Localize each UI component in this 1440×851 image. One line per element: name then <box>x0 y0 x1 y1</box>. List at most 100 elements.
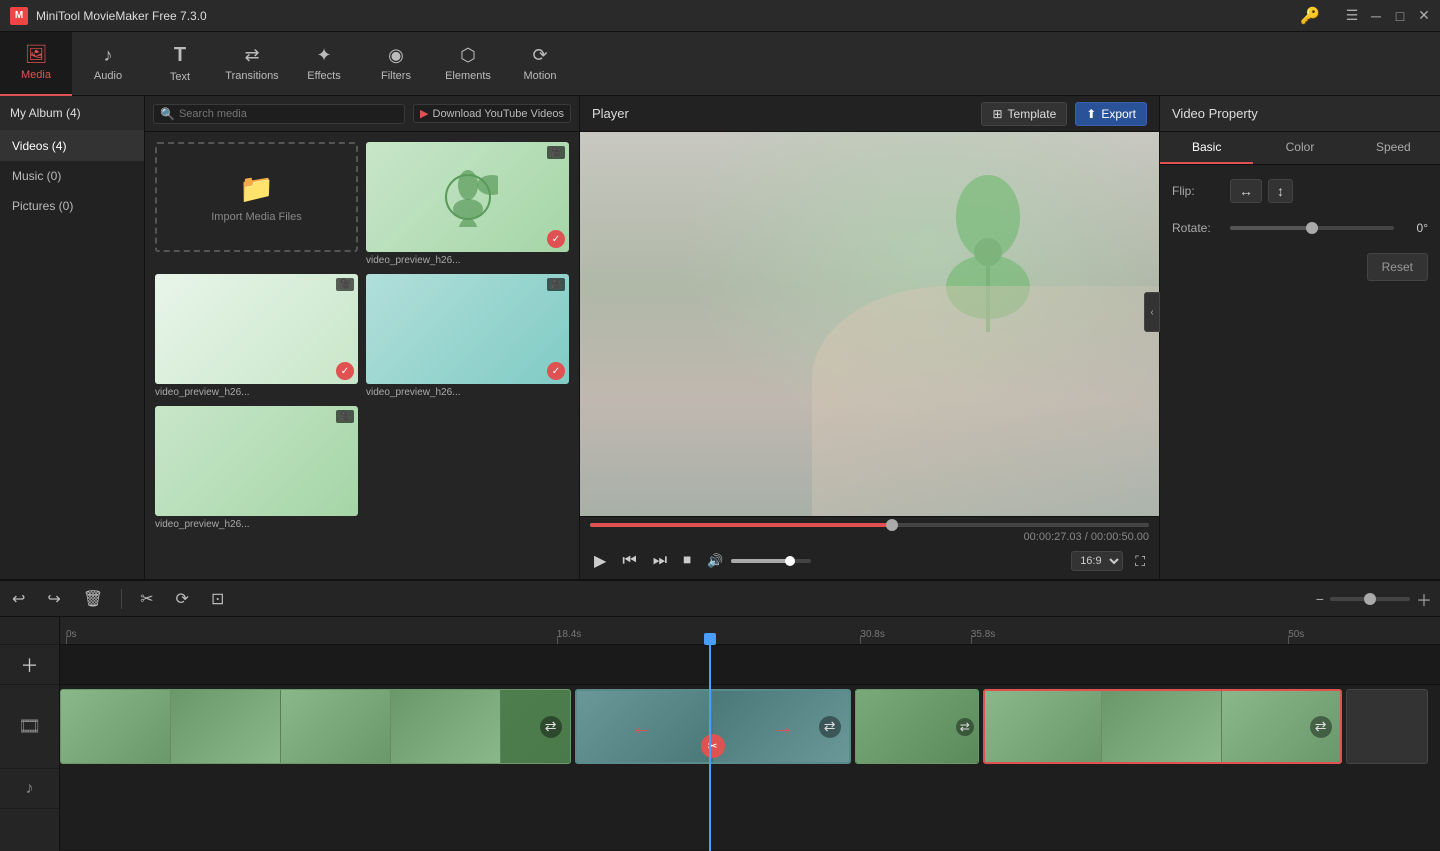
left-arrow: ← <box>631 714 653 740</box>
ruler-line-1 <box>557 636 558 644</box>
youtube-icon: ▶ <box>420 107 428 120</box>
timeline-clip-1[interactable]: ⇄ <box>60 689 571 764</box>
clip-4-swap[interactable]: ⇄ <box>1310 716 1332 738</box>
title-bar: M MiniTool MovieMaker Free 7.3.0 🔑 ☰ ─ □… <box>0 0 1440 32</box>
toolbar-motion[interactable]: ⟳ Motion <box>504 32 576 96</box>
toolbar-effects[interactable]: ✦ Effects <box>288 32 360 96</box>
media-panel: 🔍 ▶ Download YouTube Videos 📁 Import Med… <box>145 96 580 579</box>
timeline-clip-3[interactable]: ⇄ <box>855 689 979 764</box>
ruler-mark-0s: 0s <box>66 629 77 640</box>
zoom-slider[interactable] <box>1330 597 1410 601</box>
clip-2-swap[interactable]: ⇄ <box>819 716 841 738</box>
fast-forward-button[interactable]: ⏭ <box>649 550 671 572</box>
search-input-wrap[interactable]: 🔍 <box>153 104 405 124</box>
timeline-clip-4[interactable]: ⇄ <box>983 689 1342 764</box>
thumb-strip-4b <box>1102 691 1223 762</box>
stop-button[interactable]: ⏹ <box>679 550 695 572</box>
play-button[interactable]: ▶ <box>590 549 610 573</box>
media-item-1[interactable]: 🎥 ✓ video_preview_h26... <box>366 142 569 266</box>
delete-button[interactable]: 🗑 <box>79 587 107 611</box>
maximize-btn[interactable]: □ <box>1392 8 1408 24</box>
template-icon: ⊞ <box>992 107 1002 121</box>
add-track-button[interactable]: ＋ <box>0 645 59 685</box>
motion-label: Motion <box>523 70 556 82</box>
tab-speed[interactable]: Speed <box>1347 132 1440 164</box>
timeline-toolbar: ↩ ↪ 🗑 ✂ ⟳ ⊡ − ＋ <box>0 581 1440 617</box>
history-button[interactable]: ⟳ <box>172 587 193 611</box>
media-icon: 🖼 <box>25 44 48 65</box>
menu-icon[interactable]: ☰ <box>1344 8 1360 24</box>
search-input[interactable] <box>179 108 398 120</box>
minimize-btn[interactable]: ─ <box>1368 8 1384 24</box>
progress-bar-wrap[interactable] <box>580 517 1159 529</box>
tab-color[interactable]: Color <box>1253 132 1346 164</box>
player-controls: 00:00:27.03 / 00:00:50.00 ▶ ⏮ ⏭ ⏹ 🔊 16:9 <box>580 516 1159 579</box>
toolbar-transitions[interactable]: ⇄ Transitions <box>216 32 288 96</box>
flip-controls: ↔ ↕ <box>1230 179 1428 203</box>
crop-button[interactable]: ⊡ <box>207 587 228 611</box>
reset-button[interactable]: Reset <box>1367 253 1428 281</box>
undo-button[interactable]: ↩ <box>8 587 29 611</box>
clip-3-swap[interactable]: ⇄ <box>956 718 974 736</box>
media-item-2[interactable]: 🎥 ✓ video_preview_h26... <box>155 274 358 398</box>
app-title: MiniTool MovieMaker Free 7.3.0 <box>36 9 207 23</box>
rewind-button[interactable]: ⏮ <box>618 550 640 572</box>
toolbar-filters[interactable]: ◉ Filters <box>360 32 432 96</box>
clip-1-swap[interactable]: ⇄ <box>540 716 562 738</box>
ruler-mark-50s: 50s <box>1288 629 1304 640</box>
media-item-4[interactable]: 🎥 video_preview_h26... <box>155 406 358 530</box>
aspect-ratio-select[interactable]: 16:9 <box>1071 551 1123 571</box>
rotate-label: Rotate: <box>1172 221 1222 235</box>
player-header: Player ⊞ Template ⬆ Export <box>580 96 1159 132</box>
video-badge-2: 🎥 <box>336 278 354 291</box>
property-tabs: Basic Color Speed <box>1160 132 1440 165</box>
media-label-1: video_preview_h26... <box>366 255 569 266</box>
key-icon: 🔑 <box>1300 6 1320 26</box>
import-media-item[interactable]: 📁 Import Media Files <box>155 142 358 266</box>
thumb-4 <box>155 406 358 516</box>
motion-icon: ⟳ <box>532 45 547 66</box>
export-button[interactable]: ⬆ Export <box>1075 102 1147 126</box>
player-title: Player <box>592 106 629 121</box>
zoom-in-icon[interactable]: ＋ <box>1416 587 1432 611</box>
tab-basic[interactable]: Basic <box>1160 132 1253 164</box>
flip-horizontal-button[interactable]: ↔ <box>1230 179 1262 203</box>
sidebar-item-music[interactable]: Music (0) <box>0 161 144 191</box>
sidebar-item-videos[interactable]: Videos (4) <box>0 131 144 161</box>
toolbar-text[interactable]: T Text <box>144 32 216 96</box>
toolbar-elements[interactable]: ⬡ Elements <box>432 32 504 96</box>
video-badge-4: 🎥 <box>336 410 354 423</box>
template-button[interactable]: ⊞ Template <box>981 102 1067 126</box>
timeline-content: ＋ 🎞 ♪ 0s 18.4s 30.8s 35.8s 50s <box>0 617 1440 851</box>
sidebar-item-pictures[interactable]: Pictures (0) <box>0 191 144 221</box>
ruler-mark-18s: 18.4s <box>557 629 581 640</box>
reset-row: Reset <box>1172 253 1428 281</box>
gap-row <box>60 645 1440 685</box>
import-drop-area[interactable]: 📁 Import Media Files <box>155 142 358 252</box>
hand-silhouette <box>812 286 1159 516</box>
toolbar-audio[interactable]: ♪ Audio <box>72 32 144 96</box>
volume-wrap: 🔊 <box>703 551 811 571</box>
redo-button[interactable]: ↪ <box>43 587 64 611</box>
video-property-header: Video Property <box>1160 96 1440 132</box>
fullscreen-button[interactable]: ⛶ <box>1131 551 1149 572</box>
toolbar-media[interactable]: 🖼 Media <box>0 32 72 96</box>
thumb-1 <box>366 142 569 252</box>
media-item-3[interactable]: 🎥 ✓ video_preview_h26... <box>366 274 569 398</box>
progress-bar[interactable] <box>590 523 1149 527</box>
timeline-clip-5[interactable] <box>1346 689 1429 764</box>
scissors-button[interactable]: ✂ <box>136 587 157 611</box>
zoom-control: − ＋ <box>1316 587 1432 611</box>
volume-button[interactable]: 🔊 <box>703 551 727 571</box>
flip-label: Flip: <box>1172 184 1222 198</box>
close-btn[interactable]: ✕ <box>1416 8 1432 24</box>
text-icon: T <box>174 44 186 67</box>
flip-vertical-button[interactable]: ↕ <box>1268 179 1293 203</box>
timeline-clip-2[interactable]: ← → ✂ ⇄ <box>575 689 851 764</box>
volume-bar[interactable] <box>731 559 811 563</box>
rotate-slider[interactable] <box>1230 226 1394 230</box>
download-youtube-button[interactable]: ▶ Download YouTube Videos <box>413 104 571 123</box>
player-header-right: ⊞ Template ⬆ Export <box>981 102 1147 126</box>
player-area: Player ⊞ Template ⬆ Export <box>580 96 1160 579</box>
panel-expand-toggle[interactable]: ‹ <box>1144 292 1160 332</box>
